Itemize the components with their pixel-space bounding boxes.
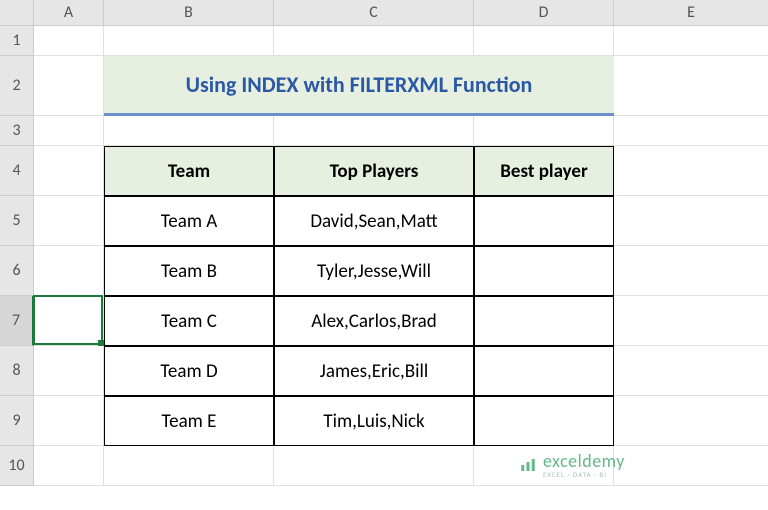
page-title: Using INDEX with FILTERXML Function — [104, 56, 614, 116]
row-10-bg — [34, 446, 768, 486]
row-header-4[interactable]: 4 — [0, 146, 34, 196]
cell-team[interactable]: Team E — [104, 396, 274, 446]
cell-players[interactable]: David,Sean,Matt — [274, 196, 474, 246]
select-all-corner[interactable] — [0, 0, 34, 26]
cell-players[interactable]: Tim,Luis,Nick — [274, 396, 474, 446]
chart-icon — [519, 456, 537, 474]
row-header-5[interactable]: 5 — [0, 196, 34, 246]
col-header-B[interactable]: B — [104, 0, 274, 26]
cell-team[interactable]: Team A — [104, 196, 274, 246]
row-headers: 1 2 3 4 5 6 7 8 9 10 — [0, 26, 34, 486]
col-header-D[interactable]: D — [474, 0, 614, 26]
cell-best[interactable] — [474, 246, 614, 296]
col-header-C[interactable]: C — [274, 0, 474, 26]
cell-players[interactable]: Alex,Carlos,Brad — [274, 296, 474, 346]
row-header-2[interactable]: 2 — [0, 56, 34, 116]
cell-team[interactable]: Team C — [104, 296, 274, 346]
cell-best[interactable] — [474, 296, 614, 346]
spreadsheet: A B C D E 1 2 3 4 5 6 7 8 9 10 Usin — [0, 0, 768, 510]
cell-best[interactable] — [474, 196, 614, 246]
th-top-players[interactable]: Top Players — [274, 146, 474, 196]
row-header-7[interactable]: 7 — [0, 296, 34, 346]
col-header-E[interactable]: E — [614, 0, 768, 26]
col-header-A[interactable]: A — [34, 0, 104, 26]
row-header-3[interactable]: 3 — [0, 116, 34, 146]
cell-players[interactable]: Tyler,Jesse,Will — [274, 246, 474, 296]
cell-best[interactable] — [474, 346, 614, 396]
row-header-8[interactable]: 8 — [0, 346, 34, 396]
row-header-6[interactable]: 6 — [0, 246, 34, 296]
row-header-9[interactable]: 9 — [0, 396, 34, 446]
cell-best[interactable] — [474, 396, 614, 446]
row-header-10[interactable]: 10 — [0, 446, 34, 486]
watermark-textwrap: exceldemy EXCEL · DATA · BI — [543, 450, 625, 479]
row-1-bg — [34, 26, 768, 56]
cell-team[interactable]: Team D — [104, 346, 274, 396]
watermark: exceldemy EXCEL · DATA · BI — [519, 450, 625, 479]
row-3-bg — [34, 116, 768, 146]
row-header-1[interactable]: 1 — [0, 26, 34, 56]
cell-players[interactable]: James,Eric,Bill — [274, 346, 474, 396]
watermark-brand: exceldemy — [543, 450, 625, 472]
th-team[interactable]: Team — [104, 146, 274, 196]
cell-team[interactable]: Team B — [104, 246, 274, 296]
column-headers: A B C D E — [34, 0, 768, 26]
th-best-player[interactable]: Best player — [474, 146, 614, 196]
